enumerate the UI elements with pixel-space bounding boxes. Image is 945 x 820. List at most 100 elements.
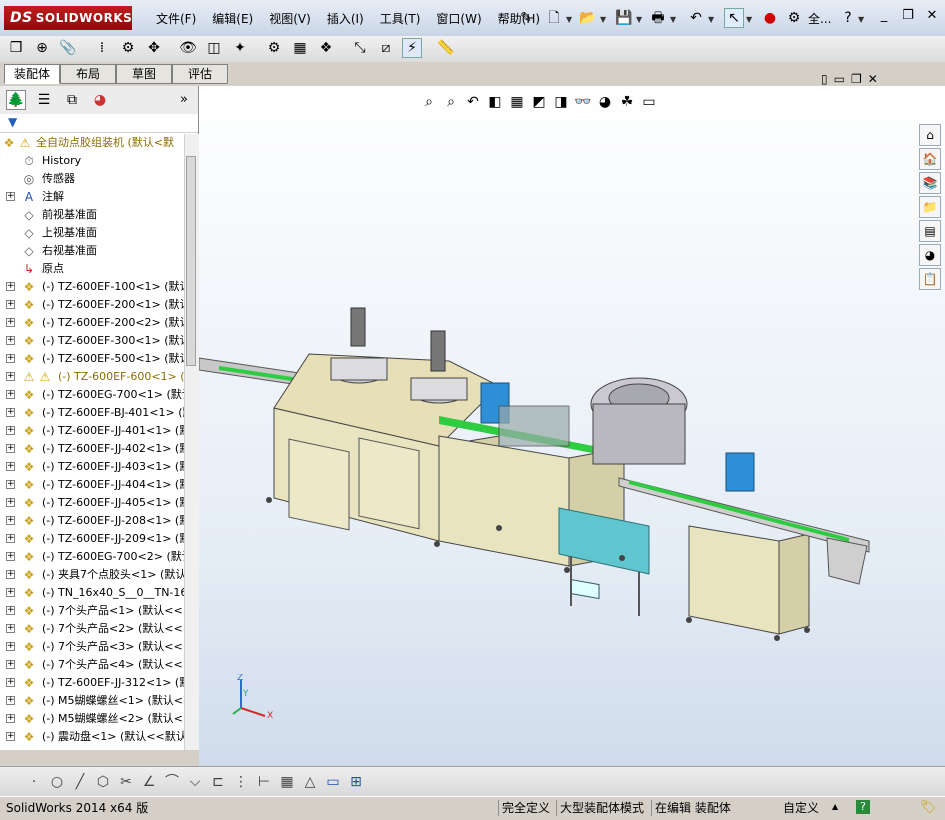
- expand-icon[interactable]: +: [6, 408, 15, 417]
- mate-icon[interactable]: 📎: [58, 38, 78, 58]
- expand-icon[interactable]: +: [6, 336, 15, 345]
- measure-icon[interactable]: 📏: [436, 38, 456, 58]
- expand-icon[interactable]: +: [6, 390, 15, 399]
- help-status-icon[interactable]: ?: [856, 800, 870, 814]
- expand-icon[interactable]: +: [6, 570, 15, 579]
- circle-icon[interactable]: ○: [47, 772, 67, 792]
- undo-icon[interactable]: ↶: [686, 8, 706, 28]
- angle-icon[interactable]: ∠: [139, 772, 159, 792]
- tree-item[interactable]: + ⚠ ⚠ (-) TZ-600EF-600<1> (默: [0, 368, 184, 386]
- tree-item[interactable]: + ❖ (-) TZ-600EF-500<1> (默认<: [0, 350, 184, 368]
- table-icon[interactable]: ⊞: [346, 772, 366, 792]
- open-folder-icon[interactable]: 📂: [578, 8, 598, 28]
- tree-item[interactable]: + ❖ (-) TZ-600EF-200<1> (默认<: [0, 296, 184, 314]
- expand-icon[interactable]: +: [6, 642, 15, 651]
- convert-icon[interactable]: ⋮: [231, 772, 251, 792]
- expand-icon[interactable]: +: [6, 372, 15, 381]
- tree-item[interactable]: + ❖ (-) 夹具7个点胶头<1> (默认: [0, 566, 184, 584]
- tree-item[interactable]: ⏱ History: [0, 152, 184, 170]
- graphics-area[interactable]: ⌕ ⌕ ↶ ◧ ▦ ◩ ◨ 👓 ◕ ☘ ▭ ▯ ▭ ❐ ✕ ⌂ 🏠 📚 📁 ▤ ◕ 📋: [199, 72, 945, 766]
- line-icon[interactable]: ╱: [70, 772, 90, 792]
- filter-icon[interactable]: ▼: [8, 115, 17, 129]
- tree-item[interactable]: + A 注解: [0, 188, 184, 206]
- linear-pattern-icon[interactable]: ⁞: [92, 38, 112, 58]
- expand-icon[interactable]: +: [6, 282, 15, 291]
- tree-item[interactable]: + ❖ (-) 7个头产品<4> (默认<<: [0, 656, 184, 674]
- tree-item[interactable]: ◎ 传感器: [0, 170, 184, 188]
- expand-icon[interactable]: +: [6, 732, 15, 741]
- feature-tree-tab-icon[interactable]: 🌲: [6, 90, 26, 110]
- expand-icon[interactable]: +: [6, 354, 15, 363]
- tag-icon[interactable]: 🏷: [920, 800, 937, 815]
- trim-icon[interactable]: ✂: [116, 772, 136, 792]
- tree-item[interactable]: + ❖ (-) TZ-600EG-700<2> (默认: [0, 548, 184, 566]
- menu-item-5[interactable]: 窗口(W): [428, 10, 489, 27]
- status-units[interactable]: 自定义: [780, 800, 819, 816]
- expand-icon[interactable]: +: [6, 318, 15, 327]
- expand-icon[interactable]: +: [6, 498, 15, 507]
- tree-item[interactable]: + ❖ (-) TZ-600EF-JJ-401<1> (默: [0, 422, 184, 440]
- display-manager-tab-icon[interactable]: ◕: [90, 90, 110, 110]
- exploded-view-icon[interactable]: ❖: [316, 38, 336, 58]
- tile-icon[interactable]: ❐: [851, 72, 862, 86]
- tab-3[interactable]: 评估: [172, 64, 228, 84]
- smart-fasteners-icon[interactable]: ⚙: [118, 38, 138, 58]
- split-horizontal-icon[interactable]: ▭: [834, 72, 845, 86]
- expand-icon[interactable]: +: [6, 714, 15, 723]
- tree-item[interactable]: + ❖ (-) TZ-600EF-JJ-312<1> (默: [0, 674, 184, 692]
- menu-item-4[interactable]: 工具(T): [372, 10, 429, 27]
- tab-2[interactable]: 草图: [116, 64, 172, 84]
- expand-icon[interactable]: +: [6, 534, 15, 543]
- restore-icon[interactable]: ❐: [899, 8, 917, 24]
- chamfer-icon[interactable]: ⌵: [185, 772, 205, 792]
- menu-item-3[interactable]: 插入(I): [319, 10, 372, 27]
- close-view-icon[interactable]: ✕: [868, 72, 878, 86]
- interference-icon[interactable]: ⧄: [376, 38, 396, 58]
- relations-icon[interactable]: ▭: [323, 772, 343, 792]
- menu-item-1[interactable]: 编辑(E): [204, 10, 261, 27]
- tree-item[interactable]: + ❖ (-) TZ-600EF-JJ-208<1> (默: [0, 512, 184, 530]
- tree-item[interactable]: + ❖ (-) 7个头产品<3> (默认<<: [0, 638, 184, 656]
- save-icon[interactable]: 💾: [614, 8, 634, 28]
- insert-components-icon[interactable]: ⊕: [32, 38, 52, 58]
- show-hidden-icon[interactable]: 👁: [178, 38, 198, 58]
- title-overflow[interactable]: 全...: [808, 10, 831, 27]
- chevron-down-icon[interactable]: ▼: [858, 16, 866, 24]
- explode-line-icon[interactable]: ⤡: [350, 38, 370, 58]
- chevron-down-icon[interactable]: ▼: [708, 16, 716, 24]
- tree-item[interactable]: ◇ 前视基准面: [0, 206, 184, 224]
- expand-icon[interactable]: +: [6, 660, 15, 669]
- expand-icon[interactable]: +: [6, 588, 15, 597]
- tree-scrollbar-thumb[interactable]: [186, 156, 196, 366]
- menu-item-2[interactable]: 视图(V): [261, 10, 319, 27]
- fillet-icon[interactable]: ⌒: [162, 772, 182, 792]
- tree-item[interactable]: + ❖ (-) 震动盘<1> (默认<<默认: [0, 728, 184, 746]
- dimension-icon[interactable]: ⊢: [254, 772, 274, 792]
- instant3d-icon[interactable]: ⚡: [402, 38, 422, 58]
- chevron-down-icon[interactable]: ▼: [670, 16, 678, 24]
- expand-icon[interactable]: +: [6, 696, 15, 705]
- tree-item[interactable]: ◇ 右视基准面: [0, 242, 184, 260]
- solidworks-logo[interactable]: DS SOLIDWORKS: [4, 6, 132, 30]
- print-icon[interactable]: 🖶: [648, 8, 668, 28]
- tree-root[interactable]: ❖ ⚠ 全自动点胶组装机 (默认<默: [0, 134, 184, 152]
- tree-item[interactable]: + ❖ (-) TZ-600EF-JJ-404<1> (默: [0, 476, 184, 494]
- tree-item[interactable]: ◇ 上视基准面: [0, 224, 184, 242]
- expand-panel-icon[interactable]: »: [180, 92, 188, 107]
- component-icon[interactable]: ❒: [6, 38, 26, 58]
- expand-icon[interactable]: +: [6, 624, 15, 633]
- tree-item[interactable]: + ❖ (-) TZ-600EG-700<1> (默认: [0, 386, 184, 404]
- expand-icon[interactable]: +: [6, 516, 15, 525]
- close-icon[interactable]: ✕: [923, 8, 941, 24]
- tab-0[interactable]: 装配体: [4, 64, 60, 84]
- polygon-icon[interactable]: ⬡: [93, 772, 113, 792]
- property-manager-tab-icon[interactable]: ☰: [34, 90, 54, 110]
- expand-icon[interactable]: +: [6, 300, 15, 309]
- reference-geometry-icon[interactable]: ✦: [230, 38, 250, 58]
- expand-icon[interactable]: +: [6, 462, 15, 471]
- expand-icon[interactable]: +: [6, 606, 15, 615]
- tree-item[interactable]: + ❖ (-) TZ-600EF-300<1> (默认<: [0, 332, 184, 350]
- expand-icon[interactable]: +: [6, 678, 15, 687]
- tree-item[interactable]: + ❖ (-) TZ-600EF-JJ-405<1> (默: [0, 494, 184, 512]
- menu-item-0[interactable]: 文件(F): [148, 10, 204, 27]
